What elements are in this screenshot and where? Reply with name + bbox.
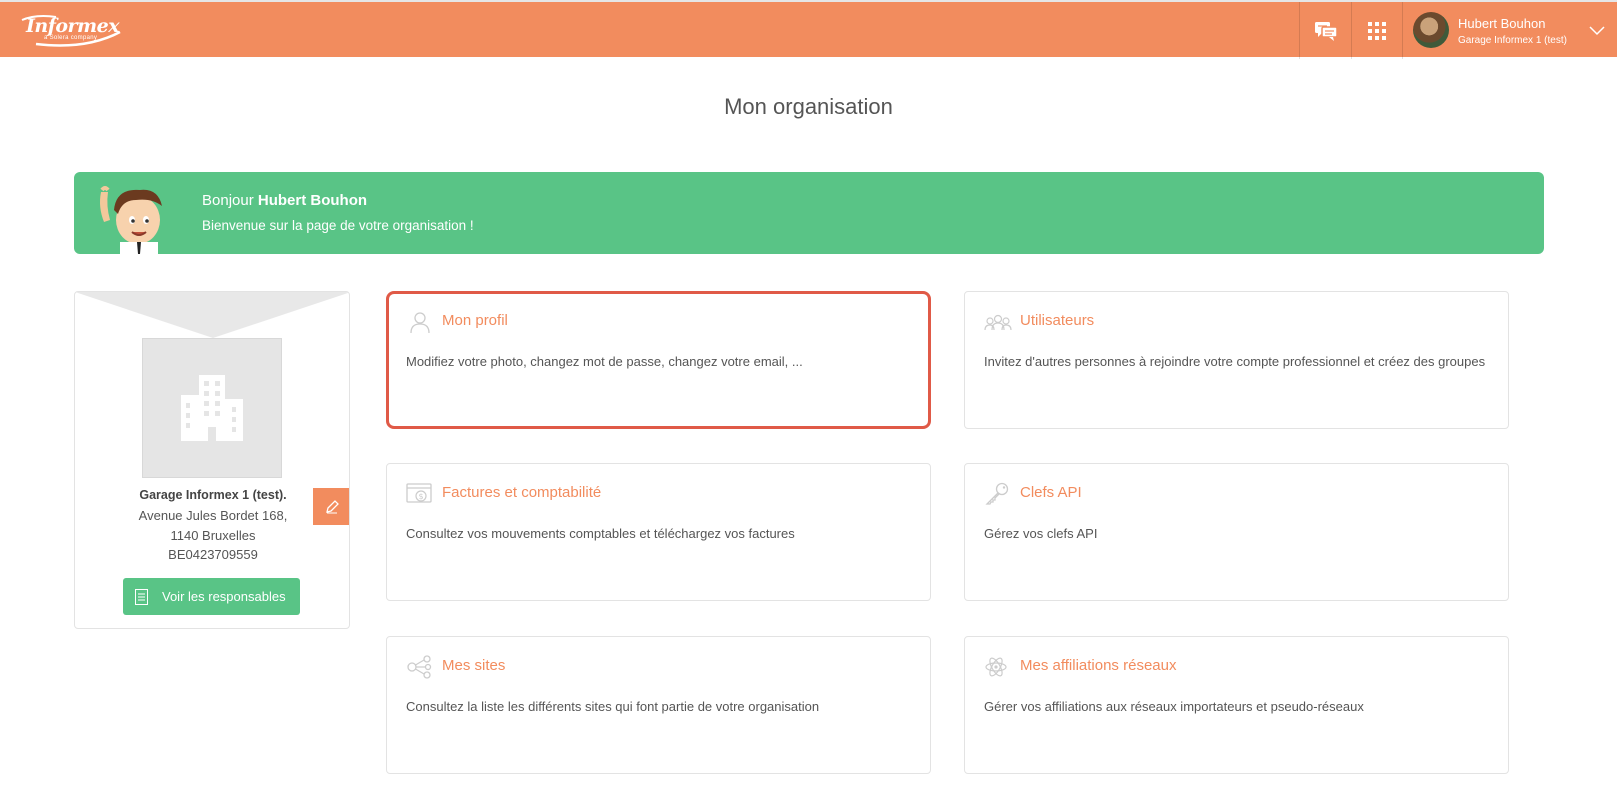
tile-title: Mes sites <box>442 657 506 674</box>
mascot-illustration <box>100 186 162 254</box>
invoice-icon: $ <box>406 483 432 503</box>
user-name: Hubert Bouhon <box>1458 16 1546 31</box>
informex-logo[interactable]: Informex a Solera company <box>16 14 126 48</box>
tile-description: Invitez d'autres personnes à rejoindre v… <box>984 354 1486 369</box>
users-icon <box>984 314 1012 331</box>
tile-mes-sites[interactable]: Mes sites Consultez la liste les différe… <box>386 636 931 774</box>
tile-affiliations[interactable]: Mes affiliations réseaux Gérer vos affil… <box>964 636 1509 774</box>
tile-title: Mon profil <box>442 312 508 329</box>
tile-description: Consultez vos mouvements comptables et t… <box>406 526 795 541</box>
tile-description: Gérez vos clefs API <box>984 526 1098 541</box>
user-organization: Garage Informex 1 (test) <box>1458 35 1567 46</box>
atom-icon <box>985 657 1007 677</box>
tile-description: Consultez la liste les différents sites … <box>406 699 820 714</box>
tile-mon-profil[interactable]: Mon profil Modifiez votre photo, changez… <box>386 291 931 429</box>
messages-button[interactable] <box>1299 2 1351 59</box>
svg-text:$: $ <box>419 492 424 501</box>
welcome-text: Bienvenue sur la page de votre organisat… <box>202 218 474 233</box>
card-envelope-decoration <box>75 292 349 338</box>
page-title: Mon organisation <box>724 94 893 119</box>
organization-card: Garage Informex 1 (test). Avenue Jules B… <box>74 291 350 629</box>
organization-name: Garage Informex 1 (test). <box>139 488 287 502</box>
tile-title: Utilisateurs <box>1020 312 1095 329</box>
tile-title: Mes affiliations réseaux <box>1020 657 1177 674</box>
organization-vat: BE0423709559 <box>168 547 258 562</box>
avatar <box>1413 12 1449 48</box>
user-icon <box>410 312 430 334</box>
organization-logo <box>142 338 349 525</box>
chat-icon <box>1314 21 1338 41</box>
building-icon <box>181 375 243 441</box>
key-icon <box>985 482 1009 505</box>
tile-factures[interactable]: $ Factures et comptabilité Consultez vos… <box>386 463 931 601</box>
document-icon <box>135 588 148 605</box>
view-responsables-label: Voir les responsables <box>162 589 286 604</box>
tile-description: Modifiez votre photo, changez mot de pas… <box>406 354 803 369</box>
welcome-banner: Bonjour Hubert Bouhon Bienvenue sur la p… <box>74 172 1544 254</box>
organization-address-street: Avenue Jules Bordet 168, <box>138 508 288 523</box>
user-menu[interactable]: Hubert Bouhon Garage Informex 1 (test) <box>1402 2 1617 59</box>
chevron-down-icon <box>1589 26 1605 36</box>
top-bar: Informex a Solera company Hubert Bouhon … <box>0 0 1617 59</box>
view-responsables-button[interactable]: Voir les responsables <box>123 578 300 615</box>
apps-button[interactable] <box>1351 2 1402 59</box>
grid-icon <box>1368 21 1386 40</box>
greeting-user: Hubert Bouhon <box>257 192 368 209</box>
share-icon <box>407 655 432 679</box>
tile-title: Clefs API <box>1020 484 1082 501</box>
tile-clefs-api[interactable]: Clefs API Gérez vos clefs API <box>964 463 1509 601</box>
greeting: Bonjour Hubert Bouhon <box>202 192 367 209</box>
logo-tagline: a Solera company <box>44 35 98 41</box>
tile-description: Gérer vos affiliations aux réseaux impor… <box>984 699 1364 714</box>
logo-wordmark: Informex <box>26 15 120 37</box>
greeting-prefix: Bonjour <box>202 192 254 209</box>
tile-title: Factures et comptabilité <box>442 484 602 501</box>
tile-utilisateurs[interactable]: Utilisateurs Invitez d'autres personnes … <box>964 291 1509 429</box>
organization-address-city: 1140 Bruxelles <box>170 528 256 543</box>
